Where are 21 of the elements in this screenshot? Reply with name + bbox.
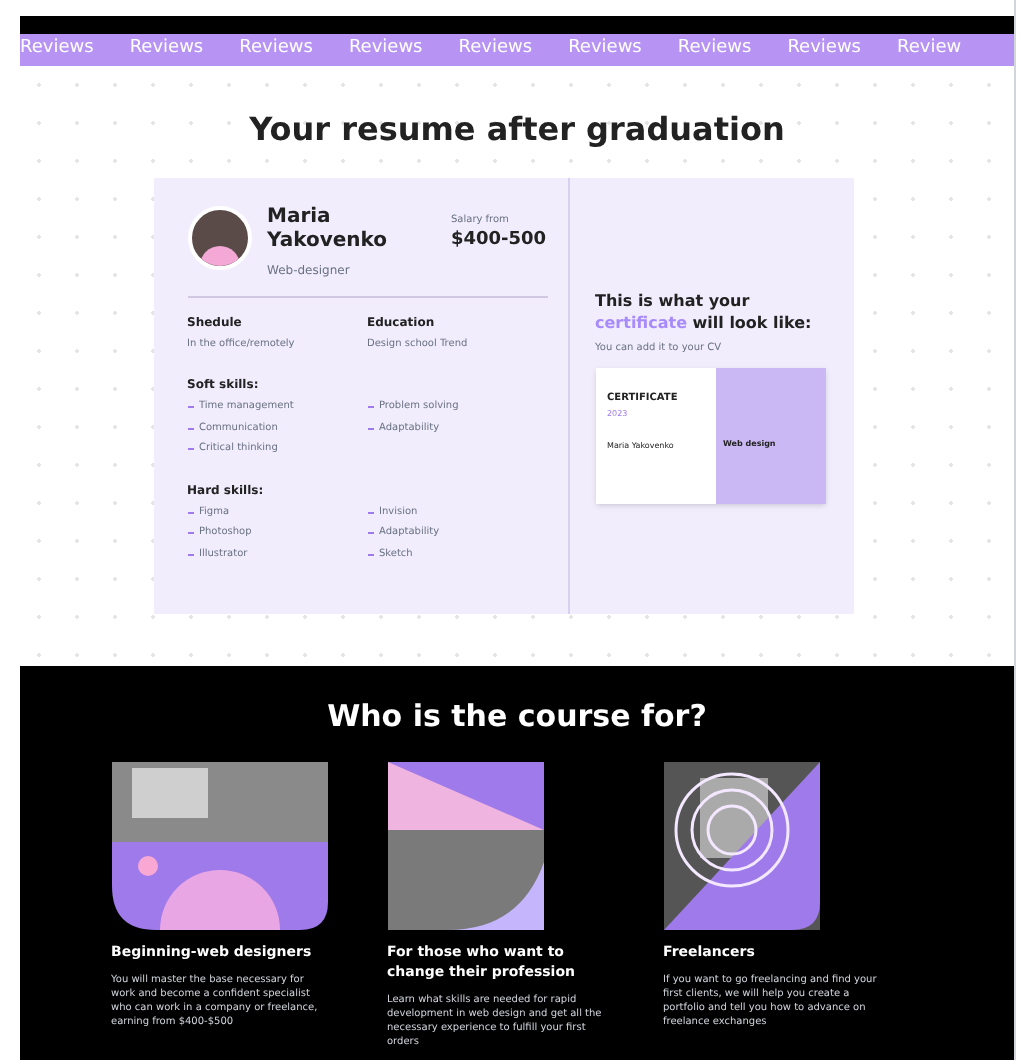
section-title: Who is the course for? [327,695,707,738]
marquee-link[interactable]: Reviews [458,35,533,63]
marquee-link[interactable]: Reviews [129,35,204,63]
marquee-link[interactable]: Reviews [20,35,94,63]
bullet-dash [187,511,193,514]
marquee-link[interactable]: Reviews [677,35,752,63]
salary: $400-500 [451,228,547,254]
certificate-heading: This is what your certificate will look like: [595,289,814,333]
marquee-link[interactable]: Reviews [568,35,642,63]
person-name: Maria Yakovenko [267,205,389,253]
bullet-dash [367,511,373,514]
bullet-dash [187,427,193,430]
bullet-dash [187,553,193,556]
bullet-dash [367,427,373,430]
bullet-dash [367,553,373,556]
avatar [187,205,251,269]
marquee-link[interactable]: Reviews [348,35,423,63]
marquee-link[interactable]: Review [897,35,962,63]
marquee-link[interactable]: Reviews [787,35,861,63]
marquee-link[interactable]: Reviews [239,35,313,63]
section-title: Your resume after graduation [249,107,785,151]
